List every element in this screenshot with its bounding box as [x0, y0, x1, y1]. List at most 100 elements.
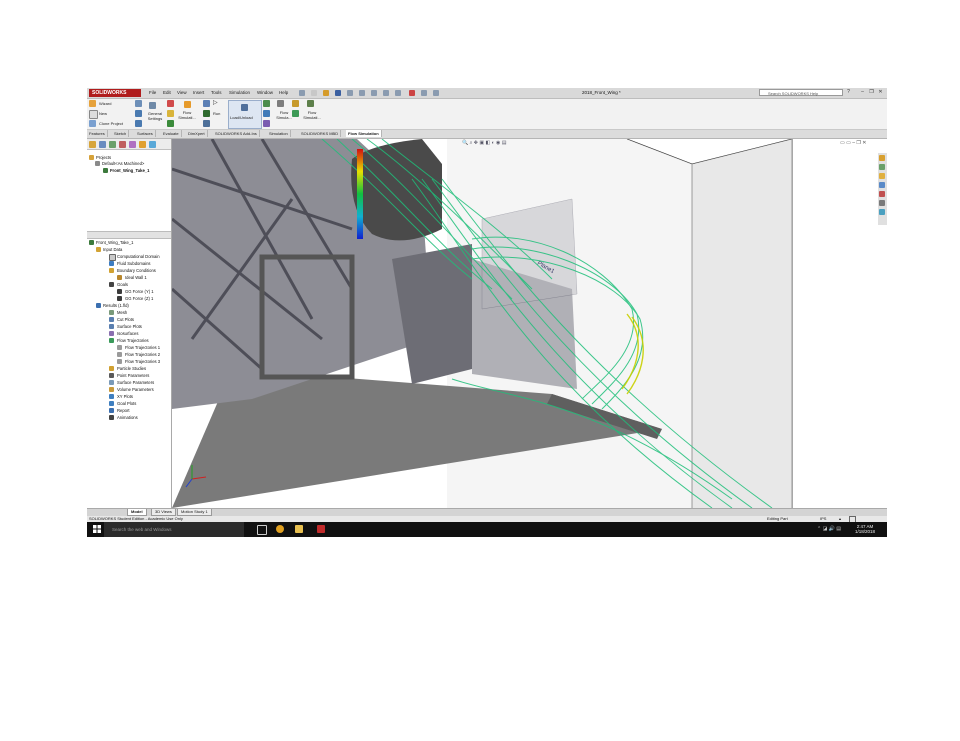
options-icon[interactable]	[433, 90, 439, 96]
file-explorer-taskbar-icon[interactable]	[295, 525, 303, 533]
tree-xy-plots[interactable]: XY Plots	[117, 394, 133, 399]
tree-isosurfaces[interactable]: Isosurfaces	[117, 331, 138, 336]
flow-simulation-render[interactable]: Plane1	[172, 139, 887, 508]
forum-icon[interactable]	[879, 209, 885, 215]
taskbar-search-input[interactable]: Search the web and Windows	[104, 522, 244, 537]
traffic-light-icon[interactable]	[409, 90, 415, 96]
goals-icon[interactable]	[167, 120, 174, 127]
taskbar-clock[interactable]: 2:47 AM 1/18/2018	[855, 524, 875, 534]
table-icon[interactable]	[135, 100, 142, 107]
trajectories-icon[interactable]	[292, 110, 299, 117]
tree-goal-plots[interactable]: Goal Plots	[117, 401, 136, 406]
tree-input-data[interactable]: Input Data	[103, 247, 122, 252]
help-search-input[interactable]: Search SOLIDWORKS Help	[759, 89, 843, 96]
menu-simulation[interactable]: Simulation	[229, 89, 250, 97]
wizard-button[interactable]: Wizard	[99, 101, 111, 106]
menu-insert[interactable]: Insert	[193, 89, 204, 97]
close-button[interactable]: ✕	[877, 89, 884, 96]
minimize-button[interactable]: –	[859, 89, 866, 96]
tree-animations[interactable]: Animations	[117, 415, 138, 420]
tree-flow-trajectories-1[interactable]: Flow Trajectories 1	[125, 345, 160, 350]
design-library-icon[interactable]	[879, 164, 885, 170]
viewport-window-controls[interactable]: ▭ ▭ – ❐ ✕	[840, 140, 866, 146]
tree-report[interactable]: Report	[117, 408, 130, 413]
rebuild-icon[interactable]	[395, 90, 401, 96]
appearances-icon[interactable]	[879, 191, 885, 197]
tree-analysis-root[interactable]: Front_Wing_Take_1	[96, 240, 133, 245]
appearance-icon[interactable]	[149, 141, 156, 148]
run-play-icon[interactable]: ▷	[213, 100, 218, 106]
pin-icon[interactable]	[299, 90, 305, 96]
computational-domain-icon[interactable]	[167, 100, 174, 107]
mesh-settings-icon[interactable]	[135, 120, 142, 127]
run-button[interactable]: Run	[213, 111, 220, 116]
chrome-icon[interactable]	[276, 525, 284, 533]
file-properties-icon[interactable]	[421, 90, 427, 96]
tab-features[interactable]: Features	[87, 130, 108, 137]
solidworks-taskbar-icon[interactable]	[317, 525, 325, 533]
menu-edit[interactable]: Edit	[163, 89, 171, 97]
tree-cut-plots[interactable]: Cut Plots	[117, 317, 134, 322]
tree-fluid-subdomains[interactable]: Fluid Subdomains	[117, 261, 151, 266]
redo-icon[interactable]	[371, 90, 377, 96]
flow-simulation-button-1[interactable]: Flow Simulati...	[175, 110, 199, 120]
compare-icon[interactable]	[263, 120, 270, 127]
file-explorer-icon[interactable]	[879, 173, 885, 179]
results-icon[interactable]	[263, 100, 270, 107]
restore-button[interactable]: ❐	[868, 89, 875, 96]
configuration-manager-icon[interactable]	[109, 141, 116, 148]
load-unload-group[interactable]: Load/Unload	[228, 100, 262, 129]
tab-3d-views[interactable]: 3D Views	[151, 509, 176, 516]
system-tray-icons[interactable]: ⌃ ◪ 🔊 ▤	[817, 526, 841, 532]
tab-model[interactable]: Model	[127, 509, 147, 516]
tree-point-parameters[interactable]: Point Parameters	[117, 373, 149, 378]
tree-computational-domain[interactable]: Computational Domain	[117, 254, 160, 259]
new-button[interactable]: New	[99, 111, 107, 116]
menu-file[interactable]: File	[149, 89, 156, 97]
select-icon[interactable]	[383, 90, 389, 96]
menu-window[interactable]: Window	[257, 89, 273, 97]
solidworks-logo[interactable]: SOLIDWORKS	[89, 89, 141, 97]
tab-evaluate[interactable]: Evaluate	[161, 130, 182, 137]
help-icon[interactable]: ?	[845, 89, 852, 96]
general-settings-button[interactable]: General Settings	[145, 111, 165, 121]
tab-simulation[interactable]: Simulation	[267, 130, 291, 137]
undo-icon[interactable]	[359, 90, 365, 96]
dimxpert-icon[interactable]	[119, 141, 126, 148]
boundary-condition-icon[interactable]	[167, 110, 174, 117]
tab-solidworks-add-ins[interactable]: SOLIDWORKS Add-Ins	[213, 130, 260, 137]
tree-flow-trajectories[interactable]: Flow Trajectories	[117, 338, 149, 343]
calculator-icon[interactable]	[135, 110, 142, 117]
custom-properties-icon[interactable]	[879, 200, 885, 206]
tree-project[interactable]: Front_Wing_Take_1	[110, 168, 149, 173]
plots-icon[interactable]	[292, 100, 299, 107]
feature-tree-icon[interactable]	[89, 141, 96, 148]
tree-default-config[interactable]: Default<As Machined>	[102, 161, 144, 166]
panel-splitter[interactable]	[87, 231, 171, 239]
tree-surface-parameters[interactable]: Surface Parameters	[117, 380, 154, 385]
display-manager-icon[interactable]	[129, 141, 136, 148]
tree-goals[interactable]: Goals	[117, 282, 128, 287]
clone-project-button[interactable]: Clone Project	[99, 121, 123, 126]
tree-particle-studies[interactable]: Particle Studies	[117, 366, 146, 371]
view-palette-icon[interactable]	[879, 182, 885, 188]
flow-analysis-tree-icon[interactable]	[139, 141, 146, 148]
menu-help[interactable]: Help	[279, 89, 288, 97]
save-icon[interactable]	[335, 90, 341, 96]
open-folder-icon[interactable]	[323, 90, 329, 96]
solver-icon[interactable]	[203, 120, 210, 127]
tree-mesh[interactable]: Mesh	[117, 310, 127, 315]
tree-results[interactable]: Results (1.fld)	[103, 303, 129, 308]
graphics-viewport[interactable]: Plane1 🔍 ⌕ ✥ ▣ ◧ ◐ ◉ ▤ ▭ ▭ – ❐ ✕	[172, 139, 887, 508]
tree-volume-parameters[interactable]: Volume Parameters	[117, 387, 154, 392]
property-manager-icon[interactable]	[99, 141, 106, 148]
tab-motion-study[interactable]: Motion Study 1	[177, 509, 212, 516]
load-unload-button[interactable]: Load/Unload	[230, 115, 253, 120]
tree-gg-force-z[interactable]: GG Force (Z) 1	[125, 296, 153, 301]
tree-flow-trajectories-2[interactable]: Flow Trajectories 2	[125, 352, 160, 357]
flow-simulation-button-3[interactable]: Flow Simulati...	[301, 110, 323, 120]
tab-sketch[interactable]: Sketch	[112, 130, 130, 137]
menu-tools[interactable]: Tools	[211, 89, 222, 97]
tab-surfaces[interactable]: Surfaces	[135, 130, 156, 137]
heads-up-view-toolbar[interactable]: 🔍 ⌕ ✥ ▣ ◧ ◐ ◉ ▤	[462, 140, 507, 146]
